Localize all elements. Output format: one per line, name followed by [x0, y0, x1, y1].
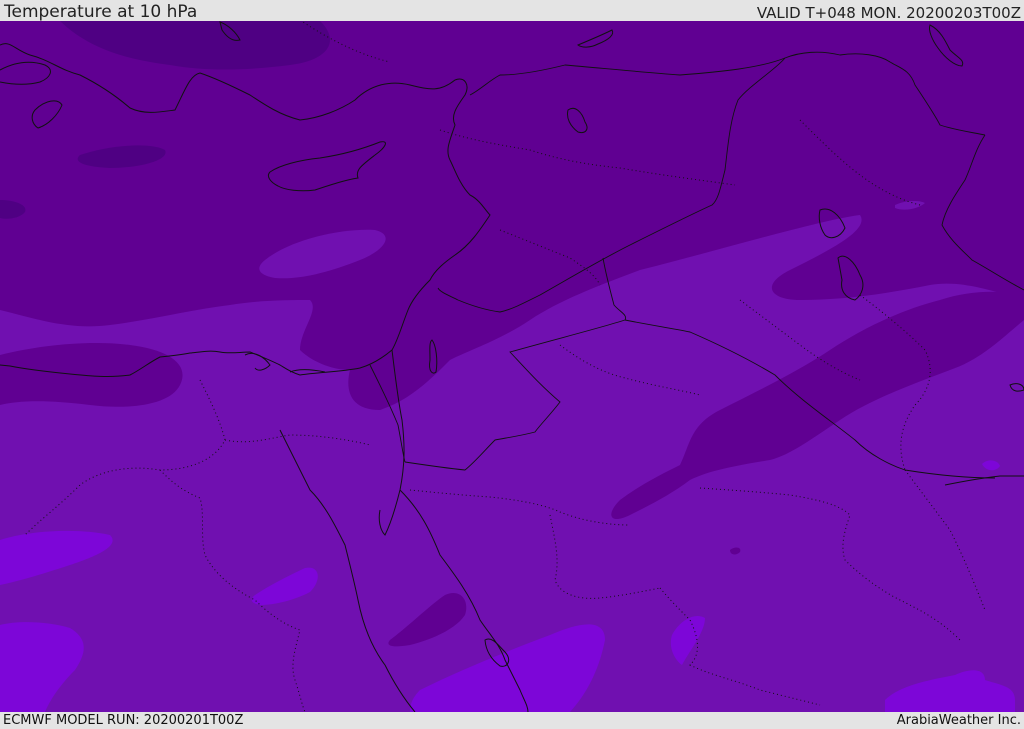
temperature-map	[0, 21, 1024, 712]
valid-time: VALID T+048 MON. 20200203T00Z	[756, 4, 1021, 22]
map-footer: ECMWF MODEL RUN: 20200201T00Z ArabiaWeat…	[0, 712, 1024, 729]
model-run-label: ECMWF MODEL RUN: 20200201T00Z	[3, 713, 244, 728]
map-title: Temperature at 10 hPa	[4, 2, 198, 22]
map-header: Temperature at 10 hPa VALID T+048 MON. 2…	[0, 0, 1024, 22]
credit-label: ArabiaWeather Inc.	[896, 713, 1021, 728]
